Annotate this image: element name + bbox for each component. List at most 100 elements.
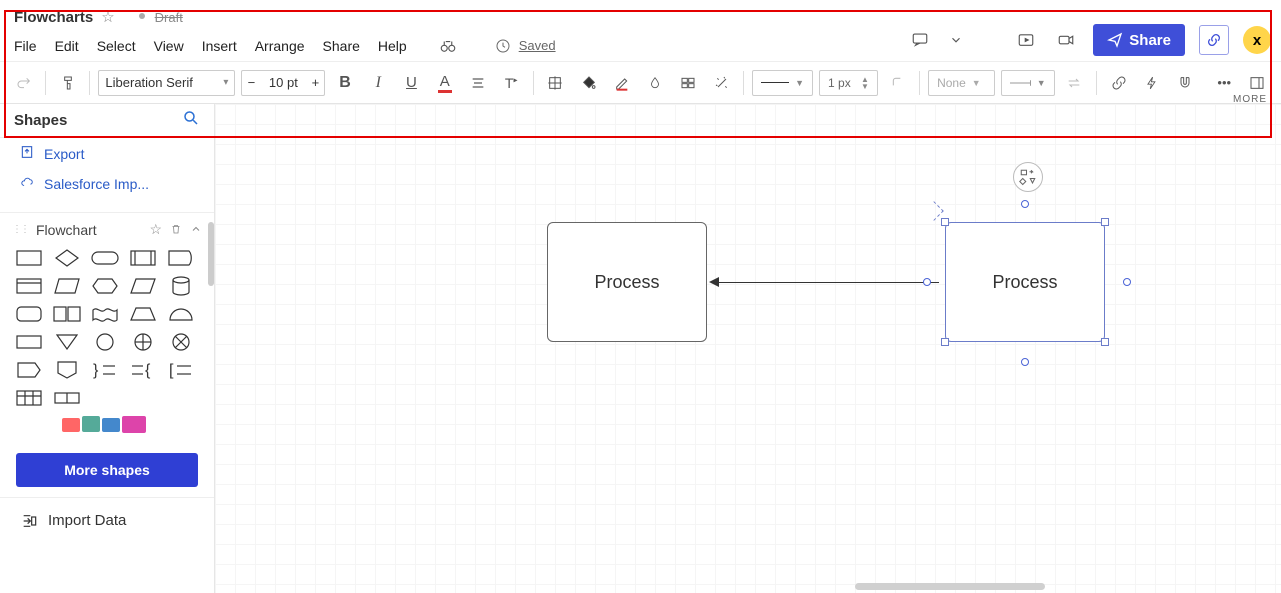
trash-icon[interactable] <box>170 222 182 238</box>
magnet-icon[interactable] <box>1171 69 1198 97</box>
shape-cylinder[interactable] <box>166 276 196 296</box>
line-color-button[interactable] <box>608 69 635 97</box>
sidebar-scrollbar[interactable] <box>208 222 214 286</box>
menu-edit[interactable]: Edit <box>55 38 79 54</box>
saved-status[interactable]: Saved <box>495 38 556 54</box>
underline-button[interactable]: U <box>398 69 425 97</box>
shape-brace-left[interactable]: { <box>128 360 158 380</box>
shape-offpage[interactable] <box>52 360 82 380</box>
font-size-value[interactable]: 10 pt <box>260 75 306 90</box>
connection-handle-s[interactable] <box>1021 358 1029 366</box>
canvas-area[interactable]: Process Process <box>215 104 1281 593</box>
horizontal-scrollbar[interactable] <box>855 583 1045 590</box>
selection-handle-se[interactable] <box>1101 338 1109 346</box>
sidebar-item-salesforce[interactable]: Salesforce Imp... <box>0 169 214 198</box>
panel-toggle-icon[interactable] <box>1244 69 1271 97</box>
shape-sum[interactable] <box>128 332 158 352</box>
present-icon[interactable] <box>1013 27 1039 53</box>
shape-diamond[interactable] <box>52 248 82 268</box>
close-button[interactable]: x <box>1243 26 1271 54</box>
shape-pentagon[interactable] <box>14 360 44 380</box>
search-icon[interactable] <box>182 109 200 132</box>
connection-handle-n[interactable] <box>1021 200 1029 208</box>
comment-icon[interactable] <box>907 27 933 53</box>
font-size-increase[interactable]: + <box>306 75 324 90</box>
swap-arrows-icon[interactable] <box>1061 69 1088 97</box>
redo-icon[interactable] <box>10 69 37 97</box>
arrow-start-select[interactable]: None▼ <box>928 70 995 96</box>
shape-bracket[interactable]: [ <box>166 360 196 380</box>
shape-table[interactable] <box>14 388 44 408</box>
import-data-button[interactable]: Import Data <box>0 497 214 543</box>
link-icon[interactable] <box>1105 69 1132 97</box>
arrow-end-select[interactable]: ▼ <box>1001 70 1055 96</box>
shape-double-rect[interactable] <box>52 304 82 324</box>
shape-trapezoid[interactable] <box>128 304 158 324</box>
shape-brace-right[interactable]: } <box>90 360 120 380</box>
menu-view[interactable]: View <box>154 38 184 54</box>
line-style-select[interactable]: ▼ <box>752 70 813 96</box>
shape-triangle-down[interactable] <box>52 332 82 352</box>
menu-file[interactable]: File <box>14 38 37 54</box>
selection-handle-ne[interactable] <box>1101 218 1109 226</box>
shape-roundrect[interactable] <box>14 304 44 324</box>
text-color-button[interactable]: A <box>431 69 458 97</box>
drag-handle-icon[interactable]: ⋮⋮ <box>12 224 28 235</box>
text-options-button[interactable]: T▸ <box>498 69 525 97</box>
share-button[interactable]: Share <box>1093 24 1185 56</box>
selection-handle-sw[interactable] <box>941 338 949 346</box>
shape-data[interactable] <box>52 276 82 296</box>
menu-arrange[interactable]: Arrange <box>255 38 305 54</box>
doc-status[interactable]: Draft <box>155 10 183 25</box>
shape-rectangle[interactable] <box>14 248 44 268</box>
shape-display[interactable] <box>166 248 196 268</box>
shape-frame-icon[interactable] <box>542 69 569 97</box>
shape-or[interactable] <box>166 332 196 352</box>
shape-terminator[interactable] <box>90 248 120 268</box>
shape-action-bubble[interactable] <box>1013 162 1043 192</box>
shape-rect2[interactable] <box>14 332 44 352</box>
shape-circle[interactable] <box>90 332 120 352</box>
video-icon[interactable] <box>1053 27 1079 53</box>
pin-icon[interactable]: ☆ <box>149 221 162 238</box>
sidebar-item-export[interactable]: Export <box>0 138 214 169</box>
chevron-up-icon[interactable] <box>190 222 202 238</box>
shape-predefined[interactable] <box>128 248 158 268</box>
canvas-shape-process-1[interactable]: Process <box>547 222 707 342</box>
section-flowchart[interactable]: ⋮⋮ Flowchart ☆ <box>0 213 214 244</box>
font-family-select[interactable]: Liberation Serif <box>98 70 235 96</box>
format-painter-icon[interactable] <box>54 69 81 97</box>
shape-parallelogram[interactable] <box>128 276 158 296</box>
connector-endpoint[interactable] <box>923 278 931 286</box>
italic-button[interactable]: I <box>365 69 392 97</box>
shape-halfcircle[interactable] <box>166 304 196 324</box>
more-shapes-button[interactable]: More shapes <box>16 453 198 487</box>
font-size-stepper[interactable]: − 10 pt + <box>241 70 325 96</box>
action-icon[interactable] <box>1138 69 1165 97</box>
chevron-down-icon[interactable] <box>947 27 965 53</box>
selection-handle-nw[interactable] <box>941 218 949 226</box>
connector-line[interactable] <box>719 282 939 283</box>
fill-button[interactable] <box>575 69 602 97</box>
doc-title[interactable]: Flowcharts <box>14 9 93 26</box>
bold-button[interactable]: B <box>331 69 358 97</box>
shape-card[interactable] <box>14 276 44 296</box>
connection-handle-e[interactable] <box>1123 278 1131 286</box>
canvas-shape-process-2[interactable]: Process <box>945 222 1105 342</box>
favorite-icon[interactable]: ☆ <box>101 8 114 26</box>
opacity-icon[interactable] <box>641 69 668 97</box>
menu-share[interactable]: Share <box>323 38 360 54</box>
align-button[interactable] <box>464 69 491 97</box>
line-width-select[interactable]: 1 px▲▼ <box>819 70 878 96</box>
shape-tape[interactable] <box>90 304 120 324</box>
magic-icon[interactable] <box>708 69 735 97</box>
shape-table2[interactable] <box>52 388 82 408</box>
more-dots-icon[interactable]: ••• <box>1211 69 1238 97</box>
font-size-decrease[interactable]: − <box>242 75 260 90</box>
menu-select[interactable]: Select <box>97 38 136 54</box>
copy-link-button[interactable] <box>1199 25 1229 55</box>
corner-icon[interactable] <box>884 69 911 97</box>
menu-insert[interactable]: Insert <box>202 38 237 54</box>
menu-help[interactable]: Help <box>378 38 407 54</box>
shape-hexagon[interactable] <box>90 276 120 296</box>
